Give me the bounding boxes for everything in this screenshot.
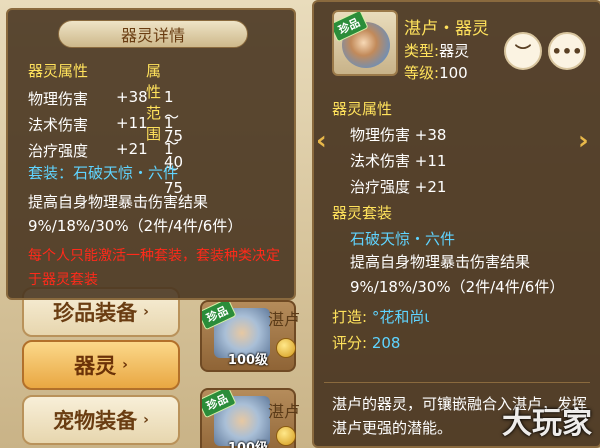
- menu-item-label: 器灵: [74, 354, 117, 378]
- type-value: 器灵: [439, 42, 470, 60]
- menu-item-label: 宠物装备: [53, 409, 138, 433]
- forge-label: 打造:: [332, 308, 368, 326]
- set-description: 提高自身物理暴击伤害结果9%/18%/30%（2件/4件/6件）: [350, 253, 565, 296]
- eye-closed-icon[interactable]: ︶: [504, 32, 542, 70]
- attr-name: 治疗强度: [28, 142, 89, 160]
- chevron-right-icon: ›: [143, 304, 149, 320]
- score-label: 评分:: [332, 334, 368, 352]
- more-glyph: •••: [551, 41, 583, 61]
- divider: [324, 382, 590, 383]
- forge-line: 打造: °花和尚ι: [332, 306, 429, 327]
- item-tooltip-popup: 珍品 湛卢・器灵 类型:器灵 等级:100 ︶ ••• 器灵属性 物理伤害 +3…: [312, 0, 600, 448]
- attr-line: 治疗强度 +21: [350, 178, 447, 196]
- menu-item-qiling[interactable]: 器灵 ›: [22, 340, 180, 390]
- score-value: 208: [371, 334, 401, 352]
- next-arrow-icon[interactable]: ›: [578, 126, 589, 156]
- prev-arrow-icon[interactable]: ‹: [316, 126, 327, 156]
- item-title: 湛卢・器灵: [404, 19, 489, 39]
- watermark-logo: 大玩家: [502, 406, 592, 441]
- attr-line: 物理伤害 +38: [350, 126, 447, 144]
- chevron-right-icon: ›: [122, 357, 128, 373]
- attr-name: 法术伤害: [28, 116, 89, 134]
- set-name: 石破天惊・六件: [350, 230, 456, 248]
- menu-item-label: 珍品装备: [53, 301, 138, 325]
- item-name: 湛卢: [268, 310, 301, 329]
- set-label: 套装：石破天惊・六件: [28, 164, 179, 182]
- attr-section-header: 器灵属性: [332, 100, 393, 118]
- level-value: 100: [439, 64, 468, 82]
- attr-row: 物理伤害 +38 1～75: [28, 88, 183, 145]
- more-icon[interactable]: •••: [548, 32, 586, 70]
- attr-value: +21: [116, 140, 148, 158]
- item-level: 等级:100: [404, 62, 468, 83]
- attr-header: 器灵属性: [28, 62, 89, 80]
- item-type: 类型:器灵: [404, 40, 469, 61]
- attr-name: 物理伤害: [28, 90, 89, 108]
- coin-icon: [276, 426, 296, 446]
- chevron-right-icon: ›: [143, 412, 149, 428]
- attr-row: 法术伤害 +11 1～40: [28, 114, 183, 171]
- forge-value: °花和尚ι: [371, 308, 430, 326]
- item-name: 湛卢: [268, 402, 301, 421]
- menu-item-pet-equipment[interactable]: 宠物装备 ›: [22, 395, 180, 445]
- attr-line: 法术伤害 +11: [350, 152, 447, 170]
- level-label: 等级:: [404, 64, 440, 82]
- coin-icon: [276, 338, 296, 358]
- type-label: 类型:: [404, 42, 440, 60]
- popup-title: 器灵详情: [58, 20, 248, 48]
- attr-header-row: 器灵属性 属性范围: [28, 60, 161, 143]
- set-section-header: 器灵套装: [332, 204, 393, 222]
- attr-row: 治疗强度 +21 1～75: [28, 140, 183, 197]
- range-header: 属性范围: [146, 62, 162, 143]
- qiling-item-icon: 珍品: [332, 10, 398, 76]
- set-warning: 每个人只能激活一种套装，套装种类决定于器灵套装: [28, 248, 280, 288]
- attr-value: +38: [116, 88, 148, 106]
- attr-value: +11: [116, 114, 148, 132]
- qiling-detail-popup: 器灵详情 器灵属性 属性范围 物理伤害 +38 1～75 法术伤害 +11 1～…: [6, 8, 296, 300]
- score-line: 评分: 208: [332, 332, 400, 353]
- eye-glyph: ︶: [514, 43, 531, 62]
- set-description: 提高自身物理暴击伤害结果9%/18%/30%（2件/4件/6件）: [28, 193, 243, 235]
